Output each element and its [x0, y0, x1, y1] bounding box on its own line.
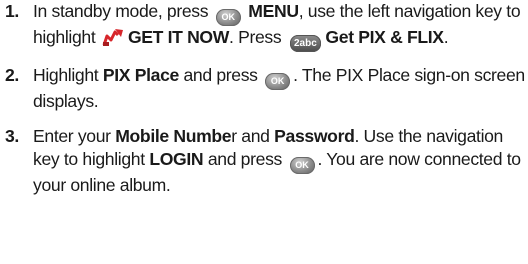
- step-number: 2.: [5, 64, 19, 85]
- ok-key-icon: OK: [289, 157, 315, 175]
- step-text: In standby mode, press: [33, 1, 209, 21]
- step-3: 3. Enter your Mobile Number and Password…: [0, 125, 528, 198]
- step-number: 1.: [5, 1, 19, 21]
- ok-key-icon: OK: [265, 72, 291, 90]
- login-label: LOGIN: [149, 149, 204, 170]
- step-text: Highlight: [33, 64, 99, 85]
- menu-label: MENU: [248, 1, 299, 21]
- step-number: 3.: [5, 125, 19, 146]
- password-label: Password: [274, 125, 355, 146]
- mobile-number-label: Mobile Numbe: [115, 125, 232, 146]
- get-it-now-icon: [102, 29, 123, 46]
- step-text: . Press: [229, 27, 282, 47]
- get-pix-flix-label: Get PIX & FLIX: [325, 27, 444, 47]
- step-text: r and: [231, 125, 270, 146]
- step-text: .: [443, 27, 449, 47]
- get-it-now-label: GET IT NOW: [127, 27, 230, 47]
- ok-key-icon: OK: [215, 9, 241, 26]
- steps-list: 1. In standby mode, press OK MENU, use t…: [0, 0, 528, 198]
- step-1: 1. In standby mode, press OK MENU, use t…: [0, 0, 528, 52]
- number-2-key-icon: 2abc: [289, 35, 321, 52]
- instructions-page: 1. In standby mode, press OK MENU, use t…: [0, 0, 528, 264]
- pix-place-label: PIX Place: [102, 64, 179, 85]
- step-2: 2. Highlight PIX Place and press OK. The…: [0, 64, 528, 114]
- step-text: and press: [207, 149, 282, 170]
- step-text: Enter your: [33, 125, 111, 146]
- step-text: and press: [183, 64, 258, 85]
